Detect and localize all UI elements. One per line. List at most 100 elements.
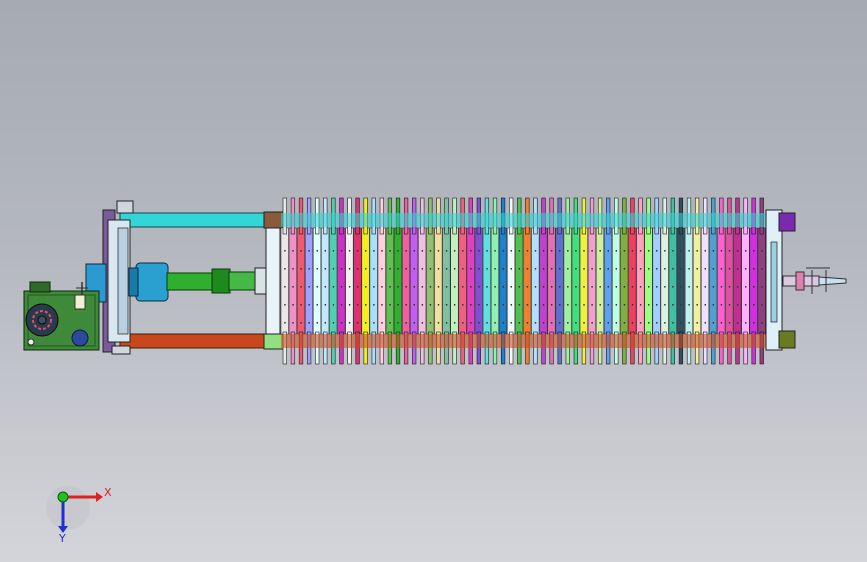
plate-port-marker [542, 286, 545, 288]
plate-port-marker [365, 322, 367, 324]
x-axis-label: X [104, 486, 112, 499]
side-rail-band [281, 334, 766, 348]
filter-plate [741, 227, 750, 335]
plate-port-marker [381, 250, 383, 252]
plate-port-marker [494, 304, 496, 306]
plate-port-marker [664, 286, 666, 288]
filter-plate [693, 227, 701, 335]
plate-port-marker [623, 286, 626, 288]
plate-port-marker [300, 322, 302, 324]
plate-port-marker [672, 250, 674, 252]
plate-port-marker [680, 304, 682, 306]
plate-port-marker [510, 268, 512, 270]
plate-port-marker [728, 322, 731, 324]
cad-viewport[interactable]: X Y [0, 0, 867, 562]
plate-port-marker [761, 286, 763, 288]
plate-port-marker [647, 250, 650, 252]
plate-port-marker [437, 268, 440, 270]
plate-port-marker [696, 304, 698, 306]
plate-port-marker [647, 322, 650, 324]
filter-plate [701, 227, 710, 335]
plate-port-marker [664, 268, 666, 270]
plate-port-marker [437, 304, 440, 306]
plate-port-marker [656, 304, 658, 306]
plate-port-marker [534, 250, 537, 252]
filter-plate [482, 227, 491, 335]
plate-port-marker [316, 250, 318, 252]
plate-port-marker [567, 322, 569, 324]
plate-port-marker [615, 268, 618, 270]
plate-port-marker [510, 286, 512, 288]
pressure-gauge [71, 329, 89, 347]
plate-port-marker [664, 304, 666, 306]
plate-port-marker [453, 268, 456, 270]
plate-port-marker [356, 304, 359, 306]
plate-port-marker [744, 268, 747, 270]
rod-extension [228, 271, 258, 291]
filter-plate [757, 227, 766, 335]
plate-port-marker [494, 268, 496, 270]
tail-mid-bar [770, 241, 778, 323]
plate-port-marker [704, 286, 706, 288]
filter-plate [402, 227, 410, 335]
plate-port-marker [526, 268, 529, 270]
follower-plate [265, 227, 281, 335]
plate-port-marker [736, 286, 739, 288]
plate-port-marker [736, 322, 739, 324]
coordinate-triad[interactable] [46, 486, 103, 533]
plate-port-marker [680, 286, 682, 288]
tail-top-cap [778, 212, 796, 232]
plate-port-marker [292, 268, 294, 270]
filter-press-assembly-drawing [23, 197, 847, 533]
filter-plate [313, 227, 322, 335]
plate-port-marker [453, 322, 456, 324]
plate-port-marker [405, 286, 407, 288]
plate-port-marker [486, 268, 488, 270]
plate-port-marker [647, 268, 650, 270]
plate-port-marker [761, 304, 763, 306]
plate-port-marker [607, 268, 609, 270]
filter-plate [329, 227, 338, 335]
outlet-manifold [782, 267, 847, 294]
filter-plate-stack [280, 197, 766, 365]
plate-port-marker [421, 286, 424, 288]
plate-port-marker [599, 250, 601, 252]
plate-port-marker [591, 322, 593, 324]
filter-plate [604, 227, 613, 335]
plate-port-marker [437, 250, 440, 252]
plate-port-marker [494, 322, 496, 324]
filter-plate [280, 227, 289, 335]
plate-port-marker [429, 304, 432, 306]
filter-plate [442, 227, 451, 335]
plate-port-marker [397, 286, 399, 288]
plate-port-marker [559, 268, 561, 270]
plate-port-marker [373, 268, 375, 270]
plate-port-marker [680, 322, 682, 324]
plate-port-marker [429, 250, 432, 252]
filter-plate [369, 227, 378, 335]
plate-port-marker [324, 268, 327, 270]
plate-port-marker [647, 304, 650, 306]
plate-port-marker [381, 268, 383, 270]
plate-port-marker [704, 322, 706, 324]
filter-plate [709, 227, 718, 335]
plate-port-marker [478, 304, 480, 306]
plate-port-marker [292, 286, 294, 288]
plate-port-marker [397, 304, 399, 306]
filter-plate [288, 227, 297, 335]
plate-port-marker [599, 304, 601, 306]
plate-port-marker [300, 268, 302, 270]
filter-plate [466, 227, 475, 335]
plate-port-marker [575, 250, 577, 252]
plate-port-marker [720, 322, 723, 324]
plate-port-marker [656, 286, 658, 288]
plate-port-marker [607, 322, 609, 324]
plate-port-marker [332, 322, 335, 324]
plate-port-marker [478, 268, 480, 270]
plate-port-marker [712, 286, 715, 288]
plate-port-marker [728, 286, 731, 288]
plate-port-marker [510, 304, 512, 306]
plate-port-marker [340, 286, 343, 288]
plate-port-marker [526, 250, 529, 252]
filter-plate [636, 227, 645, 335]
